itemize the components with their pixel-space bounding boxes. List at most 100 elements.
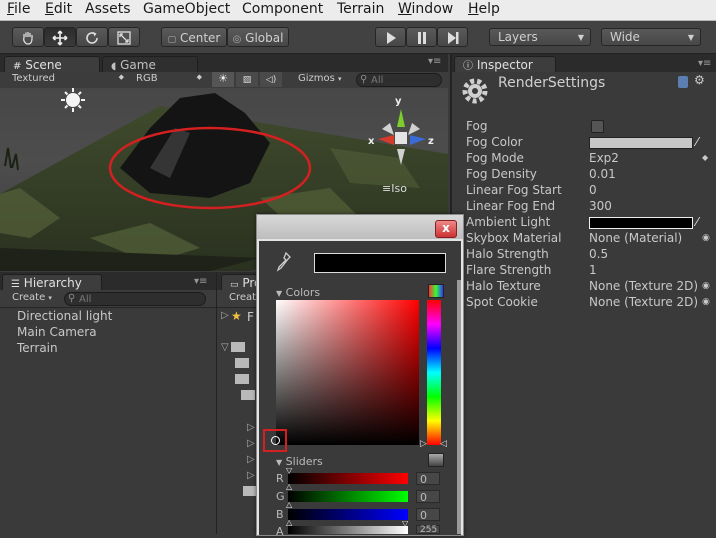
- expand-arrow-icon[interactable]: ▽: [221, 342, 229, 353]
- draw-mode-dropdown[interactable]: Textured ◆: [12, 73, 128, 84]
- scene-search-input[interactable]: All: [356, 73, 442, 87]
- slider-a-value[interactable]: 255: [416, 525, 440, 535]
- pause-button[interactable]: [406, 27, 437, 47]
- expand-arrow-icon[interactable]: ▷: [247, 470, 255, 481]
- scale-tool-button[interactable]: [108, 27, 140, 47]
- menu-component[interactable]: Component: [242, 0, 323, 19]
- expand-arrow-icon[interactable]: ▷: [247, 454, 255, 465]
- list-item[interactable]: Terrain: [17, 341, 58, 355]
- slider-a-handle-icon[interactable]: ▽: [402, 519, 408, 528]
- projection-toggle[interactable]: ≡Iso: [382, 182, 407, 195]
- menu-edit[interactable]: Edit: [45, 0, 72, 19]
- panel-menu-icon[interactable]: ▾≡: [194, 276, 207, 287]
- render-mode-dropdown[interactable]: RGB ◆: [136, 73, 206, 84]
- colors-section-header[interactable]: ▼ Colors: [276, 286, 320, 299]
- object-picker-icon[interactable]: ◉: [702, 278, 710, 294]
- sun-icon: ☀: [218, 72, 228, 85]
- list-item[interactable]: Main Camera: [17, 325, 97, 339]
- hue-handle-right-icon[interactable]: ◁: [440, 439, 447, 449]
- scene-fx-toggle[interactable]: ▨: [236, 72, 258, 87]
- hierarchy-create-dropdown[interactable]: Create ▾: [12, 292, 52, 303]
- eyedropper-icon[interactable]: ⁄: [696, 134, 698, 150]
- menu-terrain-label: Terrain: [337, 1, 385, 17]
- hierarchy-search-input[interactable]: All: [64, 292, 206, 306]
- menu-file[interactable]: File: [7, 0, 30, 19]
- menu-assets[interactable]: Assets: [85, 0, 131, 19]
- panel-menu-icon[interactable]: ▾≡: [698, 58, 711, 69]
- hierarchy-create-label: Create: [12, 292, 46, 303]
- tab-inspector[interactable]: ⓘ Inspector: [454, 56, 556, 72]
- ambient-light-swatch[interactable]: [589, 217, 693, 229]
- list-item[interactable]: F: [247, 310, 254, 324]
- flare-strength-field[interactable]: 1: [589, 262, 710, 278]
- hierarchy-tab-bar: ☰ Hierarchy ▾≡: [0, 272, 216, 290]
- tab-game[interactable]: ◖ Game: [102, 56, 198, 72]
- color-picker-titlebar[interactable]: [257, 215, 463, 239]
- pivot-toggle-button[interactable]: ▢ Center: [161, 27, 227, 47]
- linear-fog-start-field[interactable]: 0: [589, 182, 710, 198]
- hue-slider[interactable]: [427, 300, 441, 445]
- eyedropper-icon[interactable]: [276, 251, 292, 276]
- expand-arrow-icon[interactable]: ▷: [247, 438, 255, 449]
- hue-handle-left-icon[interactable]: ▷: [420, 439, 427, 449]
- play-button[interactable]: [375, 27, 406, 47]
- slider-r-handle-icon[interactable]: ▽: [286, 466, 292, 475]
- slider-r-handle-icon[interactable]: △: [286, 482, 292, 491]
- expand-arrow-icon[interactable]: ▷: [221, 310, 229, 321]
- hand-tool-button[interactable]: [12, 27, 44, 47]
- info-icon: ⓘ: [463, 61, 473, 72]
- tab-scene[interactable]: # Scene: [4, 56, 100, 72]
- slider-r-track[interactable]: [288, 473, 408, 484]
- layout-dropdown[interactable]: Wide ▼: [601, 28, 701, 46]
- tab-hierarchy[interactable]: ☰ Hierarchy: [2, 274, 102, 290]
- list-item[interactable]: Directional light: [17, 309, 112, 323]
- halo-texture-field[interactable]: None (Texture 2D): [589, 278, 710, 294]
- slider-g-value[interactable]: 0: [416, 490, 440, 504]
- object-picker-icon[interactable]: ◉: [702, 294, 710, 310]
- menu-gameobject[interactable]: GameObject: [143, 0, 230, 19]
- slider-g-handle-icon[interactable]: △: [286, 500, 292, 509]
- move-tool-button[interactable]: [44, 27, 76, 47]
- eyedropper-icon[interactable]: ⁄: [696, 214, 698, 230]
- fog-color-swatch[interactable]: [589, 137, 693, 149]
- slider-b-value[interactable]: 0: [416, 508, 440, 522]
- spot-cookie-field[interactable]: None (Texture 2D): [589, 294, 710, 310]
- audio-toggle[interactable]: ◁): [260, 72, 282, 87]
- step-button[interactable]: [437, 27, 468, 47]
- layers-dropdown[interactable]: Layers ▼: [489, 28, 591, 46]
- color-mode-icon[interactable]: [428, 284, 444, 298]
- fog-checkbox[interactable]: [591, 120, 604, 133]
- space-toggle-button[interactable]: ◎ Global: [227, 27, 289, 47]
- rotate-tool-button[interactable]: [76, 27, 108, 47]
- tab-project[interactable]: ▭ Pro: [221, 274, 257, 290]
- slider-a-track[interactable]: [288, 526, 408, 534]
- close-button[interactable]: x: [435, 220, 457, 238]
- slider-r-value[interactable]: 0: [416, 472, 440, 486]
- saturation-value-field[interactable]: [276, 300, 419, 445]
- menu-window[interactable]: Window: [398, 0, 453, 19]
- fog-mode-dropdown[interactable]: Exp2: [589, 150, 710, 166]
- skybox-material-field[interactable]: None (Material): [589, 230, 710, 246]
- color-cursor-icon[interactable]: [271, 436, 280, 445]
- sliders-section-header[interactable]: ▼ Sliders: [276, 455, 323, 468]
- settings-gear-icon[interactable]: ⚙: [694, 73, 705, 87]
- object-picker-icon[interactable]: ◉: [702, 230, 710, 246]
- help-book-icon[interactable]: [678, 76, 688, 88]
- fog-density-field[interactable]: 0.01: [589, 166, 710, 182]
- menu-help[interactable]: Help: [468, 0, 500, 19]
- lighting-toggle[interactable]: ☀: [212, 72, 234, 87]
- slider-b-track[interactable]: [288, 509, 408, 520]
- expand-arrow-icon[interactable]: ▷: [247, 422, 255, 433]
- color-picker-scrollbar[interactable]: [457, 280, 461, 534]
- project-create-dropdown[interactable]: Creat: [229, 292, 256, 303]
- slider-g-track[interactable]: [288, 491, 408, 502]
- linear-fog-end-field[interactable]: 300: [589, 198, 710, 214]
- orientation-gizmo-icon[interactable]: [368, 99, 438, 171]
- property-label: Fog: [466, 119, 488, 133]
- halo-strength-field[interactable]: 0.5: [589, 246, 710, 262]
- menu-terrain[interactable]: Terrain: [337, 0, 384, 19]
- slider-mode-icon[interactable]: [428, 453, 444, 467]
- gizmos-dropdown[interactable]: Gizmos ▾: [298, 73, 342, 84]
- pivot-center-icon: ▢: [167, 35, 177, 45]
- panel-menu-icon[interactable]: ▾≡: [428, 56, 441, 67]
